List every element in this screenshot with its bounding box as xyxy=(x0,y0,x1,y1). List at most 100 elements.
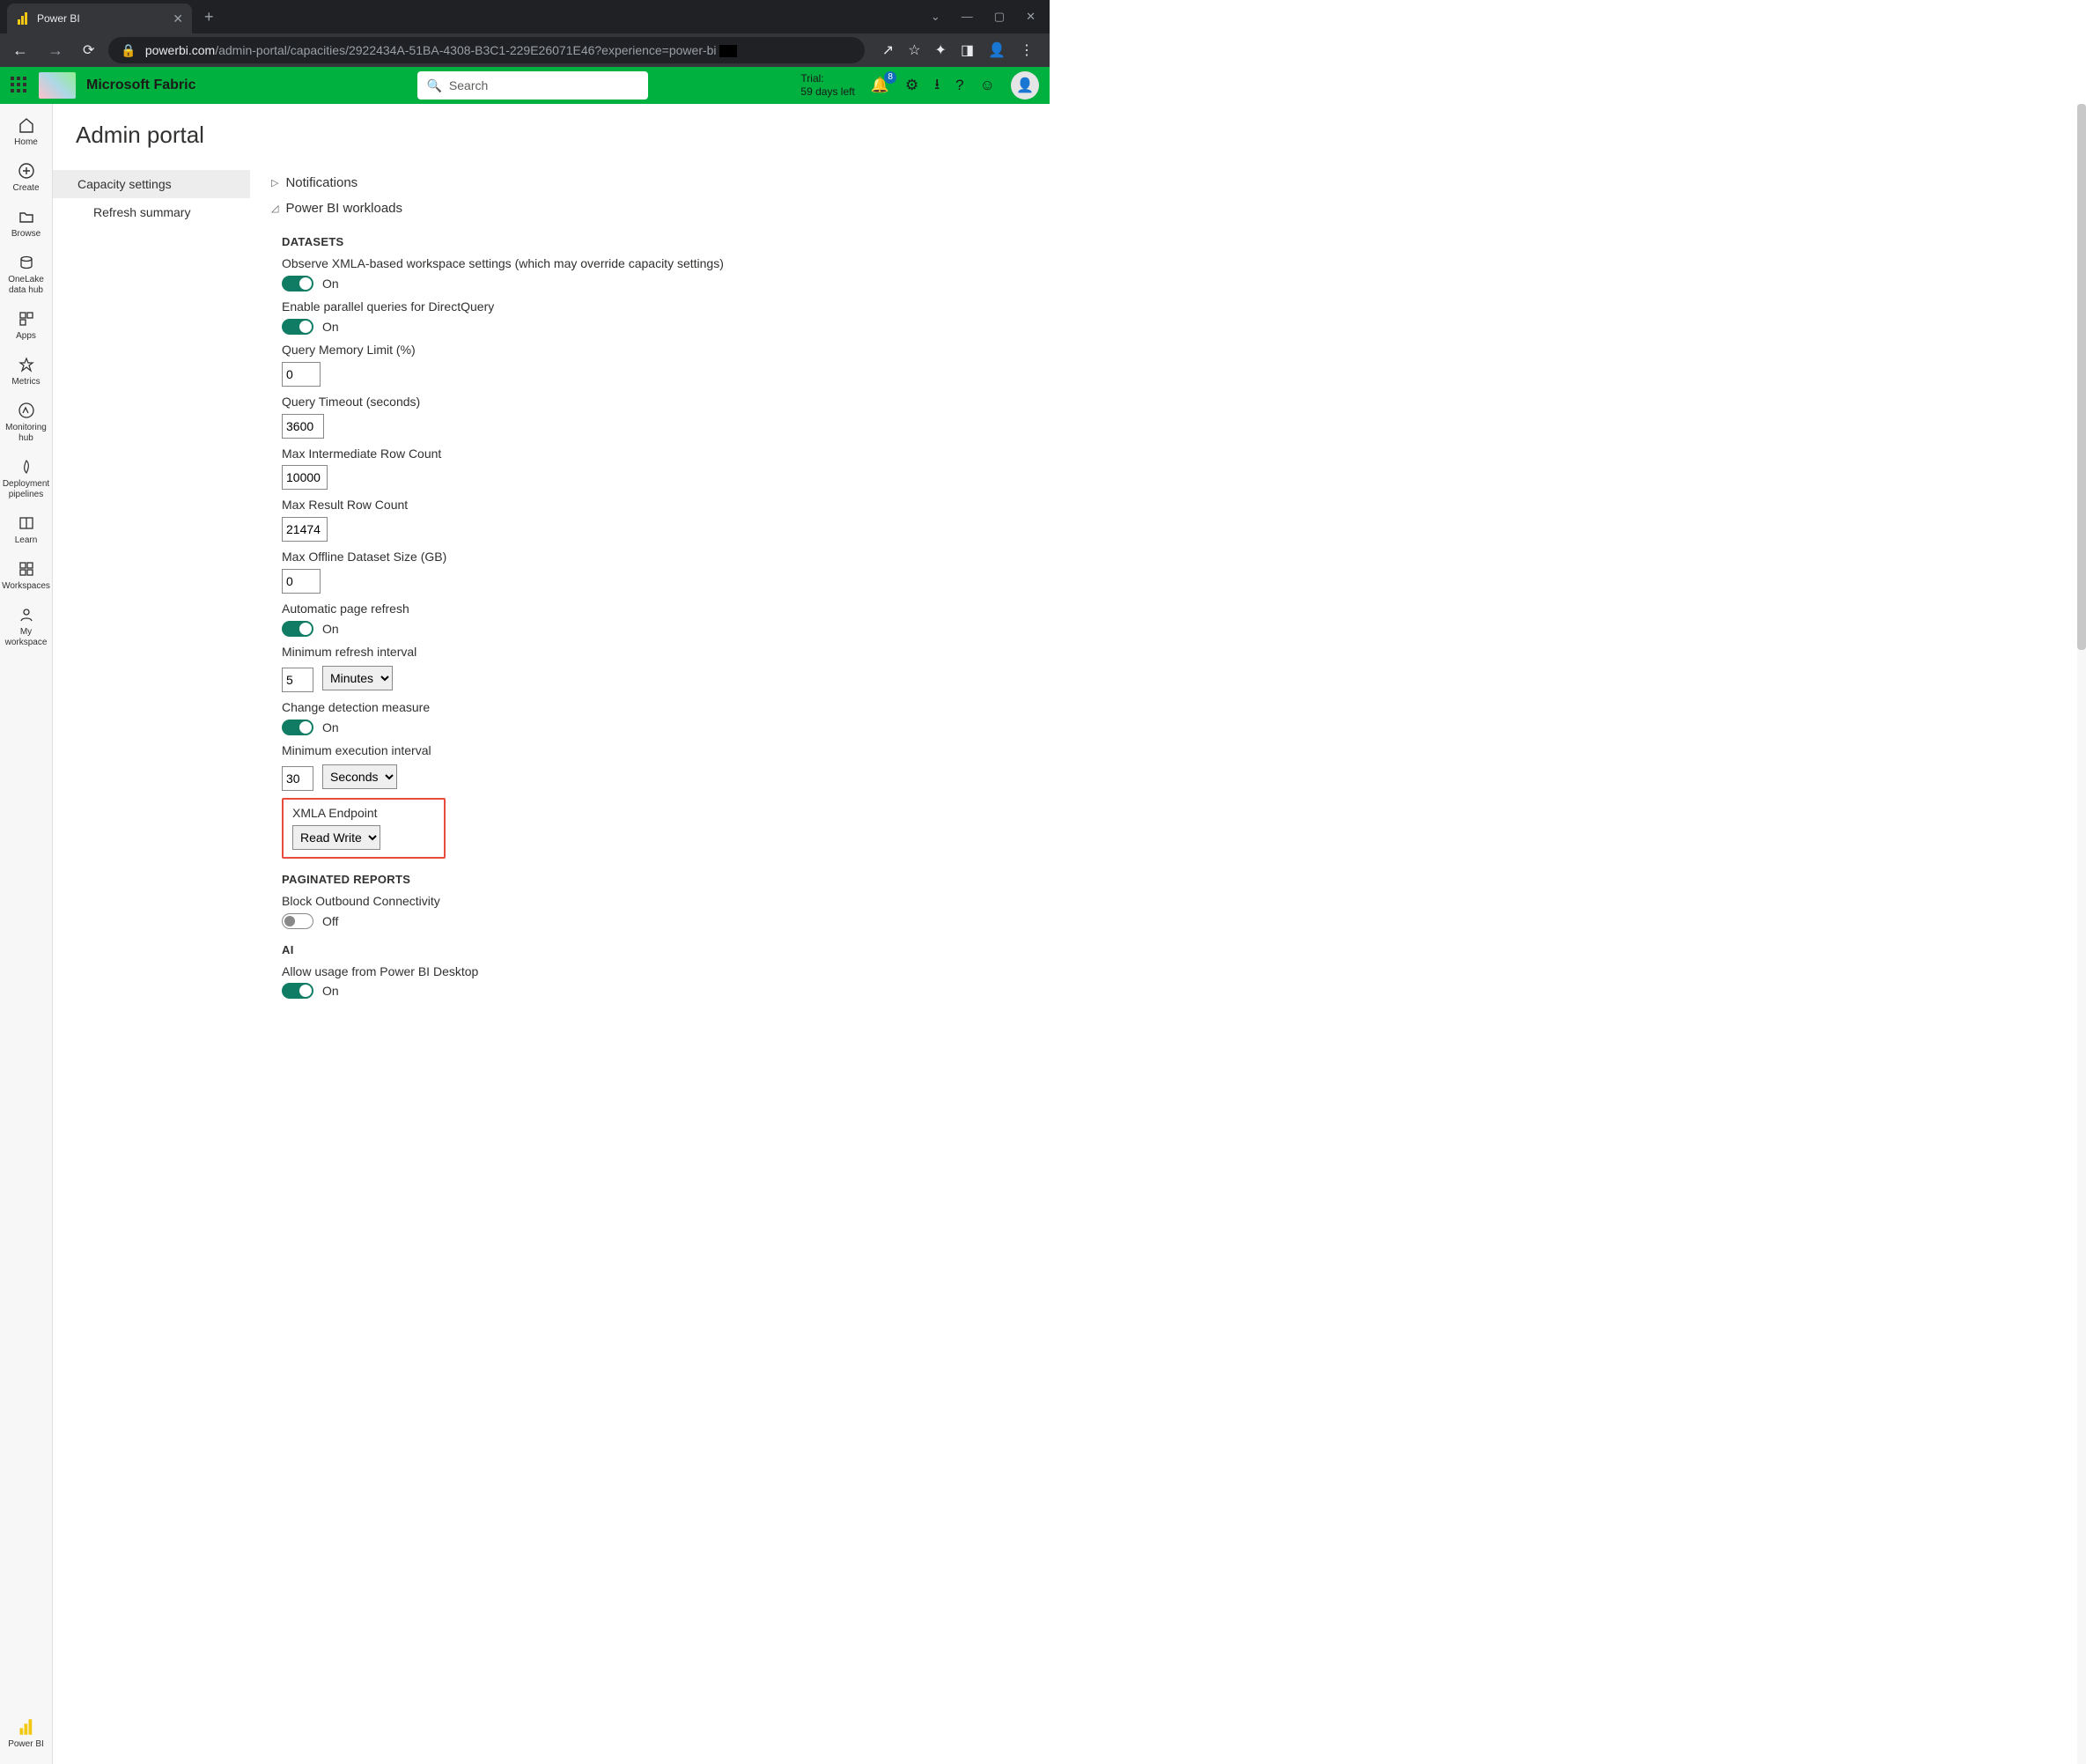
rail-create[interactable]: Create xyxy=(0,155,53,201)
block-outbound-label: Block Outbound Connectivity xyxy=(282,893,2077,910)
toggle-state: On xyxy=(322,320,339,334)
share-icon[interactable]: ↗ xyxy=(882,41,894,59)
feedback-icon[interactable]: ☺ xyxy=(980,77,995,94)
min-refresh-input[interactable] xyxy=(282,668,313,692)
max-inter-label: Max Intermediate Row Count xyxy=(282,446,2077,462)
rail-home[interactable]: Home xyxy=(0,109,53,155)
query-memory-input[interactable] xyxy=(282,362,321,387)
brand-name: Microsoft Fabric xyxy=(86,77,195,93)
toggle-state: On xyxy=(322,277,339,291)
toggle-state: On xyxy=(322,622,339,636)
rail-learn[interactable]: Learn xyxy=(0,507,53,553)
app-header: Microsoft Fabric 🔍 Search Trial: 59 days… xyxy=(0,67,1050,104)
min-refresh-unit-select[interactable]: Minutes xyxy=(322,666,393,690)
brand-logo xyxy=(39,72,76,99)
scrollbar-thumb[interactable] xyxy=(2077,104,2086,650)
section-workloads[interactable]: ◿Power BI workloads xyxy=(271,196,2077,221)
menu-refresh-summary[interactable]: Refresh summary xyxy=(53,198,250,226)
chevron-right-icon: ▷ xyxy=(271,177,278,188)
paginated-heading: PAGINATED REPORTS xyxy=(282,873,2077,886)
chevron-down-icon: ◿ xyxy=(271,203,278,214)
left-rail: Home Create Browse OneLake data hub Apps… xyxy=(0,104,53,1764)
auto-refresh-toggle[interactable] xyxy=(282,621,313,637)
notification-badge: 8 xyxy=(884,71,896,84)
toggle-state: On xyxy=(322,984,339,998)
parallel-dq-label: Enable parallel queries for DirectQuery xyxy=(282,299,2077,315)
star-icon[interactable]: ☆ xyxy=(908,41,920,59)
browser-chrome: Power BI ✕ + ⌄ — ▢ ✕ ← → ⟳ 🔒 powerbi.com… xyxy=(0,0,1050,67)
rail-workspaces[interactable]: Workspaces xyxy=(0,553,53,599)
avatar[interactable]: 👤 xyxy=(1011,71,1039,100)
download-icon[interactable]: ⭳ xyxy=(934,73,940,99)
max-inter-input[interactable] xyxy=(282,465,328,490)
rail-onelake[interactable]: OneLake data hub xyxy=(0,247,53,303)
observe-xmla-toggle[interactable] xyxy=(282,276,313,292)
auto-refresh-label: Automatic page refresh xyxy=(282,601,2077,617)
url-field[interactable]: 🔒 powerbi.com/admin-portal/capacities/29… xyxy=(108,37,864,63)
trial-status: Trial: 59 days left xyxy=(800,72,854,99)
max-result-input[interactable] xyxy=(282,517,328,542)
parallel-dq-toggle[interactable] xyxy=(282,319,313,335)
toggle-state: Off xyxy=(322,914,338,928)
minimize-icon[interactable]: — xyxy=(962,10,973,24)
rail-monitoring[interactable]: Monitoring hub xyxy=(0,395,53,451)
app-launcher-icon[interactable] xyxy=(11,77,28,94)
forward-button[interactable]: → xyxy=(42,41,69,60)
xmla-endpoint-select[interactable]: Read Write xyxy=(292,825,380,850)
page-title: Admin portal xyxy=(76,122,2077,149)
rail-my-workspace[interactable]: My workspace xyxy=(0,599,53,655)
max-offline-input[interactable] xyxy=(282,569,321,594)
min-exec-input[interactable] xyxy=(282,766,313,791)
ai-heading: AI xyxy=(282,943,2077,956)
rail-metrics[interactable]: Metrics xyxy=(0,349,53,395)
menu-icon[interactable]: ⋮ xyxy=(1020,41,1034,59)
close-icon[interactable]: ✕ xyxy=(173,11,183,26)
query-timeout-input[interactable] xyxy=(282,414,324,439)
datasets-heading: DATASETS xyxy=(282,235,2077,248)
sidepanel-icon[interactable]: ◨ xyxy=(961,41,974,59)
allow-desktop-label: Allow usage from Power BI Desktop xyxy=(282,963,2077,980)
xmla-endpoint-highlight: XMLA Endpoint Read Write xyxy=(282,798,446,859)
min-exec-unit-select[interactable]: Seconds xyxy=(322,764,397,789)
powerbi-icon xyxy=(16,11,30,26)
trial-days: 59 days left xyxy=(800,85,854,99)
menu-capacity-settings[interactable]: Capacity settings xyxy=(53,170,250,198)
section-notifications[interactable]: ▷Notifications xyxy=(271,170,2077,196)
reload-button[interactable]: ⟳ xyxy=(77,41,100,59)
settings-gear-icon[interactable]: ⚙ xyxy=(905,77,918,94)
address-bar: ← → ⟳ 🔒 powerbi.com/admin-portal/capacit… xyxy=(0,33,1050,67)
block-outbound-toggle[interactable] xyxy=(282,913,313,929)
notifications-icon[interactable]: 🔔8 xyxy=(871,77,889,94)
extensions-icon[interactable]: ✦ xyxy=(935,41,947,59)
back-button[interactable]: ← xyxy=(7,41,33,60)
main-content: Admin portal Capacity settings Refresh s… xyxy=(53,104,2077,1764)
masked-segment xyxy=(719,45,737,57)
chevron-down-icon[interactable]: ⌄ xyxy=(931,10,940,24)
profile-icon[interactable]: 👤 xyxy=(988,41,1006,59)
scrollbar[interactable] xyxy=(2077,104,2086,1764)
url-domain: powerbi.com xyxy=(145,43,215,57)
xmla-endpoint-label: XMLA Endpoint xyxy=(292,805,435,822)
search-input[interactable]: 🔍 Search xyxy=(417,71,648,100)
min-exec-label: Minimum execution interval xyxy=(282,742,2077,759)
new-tab-button[interactable]: + xyxy=(192,8,226,26)
min-refresh-label: Minimum refresh interval xyxy=(282,644,2077,661)
rail-deployment[interactable]: Deployment pipelines xyxy=(0,451,53,507)
search-icon: 🔍 xyxy=(426,78,441,93)
change-detect-toggle[interactable] xyxy=(282,720,313,735)
extension-icons: ↗ ☆ ✦ ◨ 👤 ⋮ xyxy=(873,41,1043,59)
rail-powerbi[interactable]: Power BI xyxy=(0,1711,53,1757)
settings-side-menu: Capacity settings Refresh summary xyxy=(53,170,250,999)
close-window-icon[interactable]: ✕ xyxy=(1026,10,1036,24)
query-memory-label: Query Memory Limit (%) xyxy=(282,342,2077,358)
browser-tab[interactable]: Power BI ✕ xyxy=(7,4,192,33)
query-timeout-label: Query Timeout (seconds) xyxy=(282,394,2077,410)
help-icon[interactable]: ? xyxy=(955,77,963,94)
maximize-icon[interactable]: ▢ xyxy=(994,10,1005,24)
allow-desktop-toggle[interactable] xyxy=(282,983,313,999)
search-placeholder: Search xyxy=(449,78,488,92)
rail-apps[interactable]: Apps xyxy=(0,303,53,349)
rail-browse[interactable]: Browse xyxy=(0,201,53,247)
max-result-label: Max Result Row Count xyxy=(282,497,2077,513)
change-detect-label: Change detection measure xyxy=(282,699,2077,716)
